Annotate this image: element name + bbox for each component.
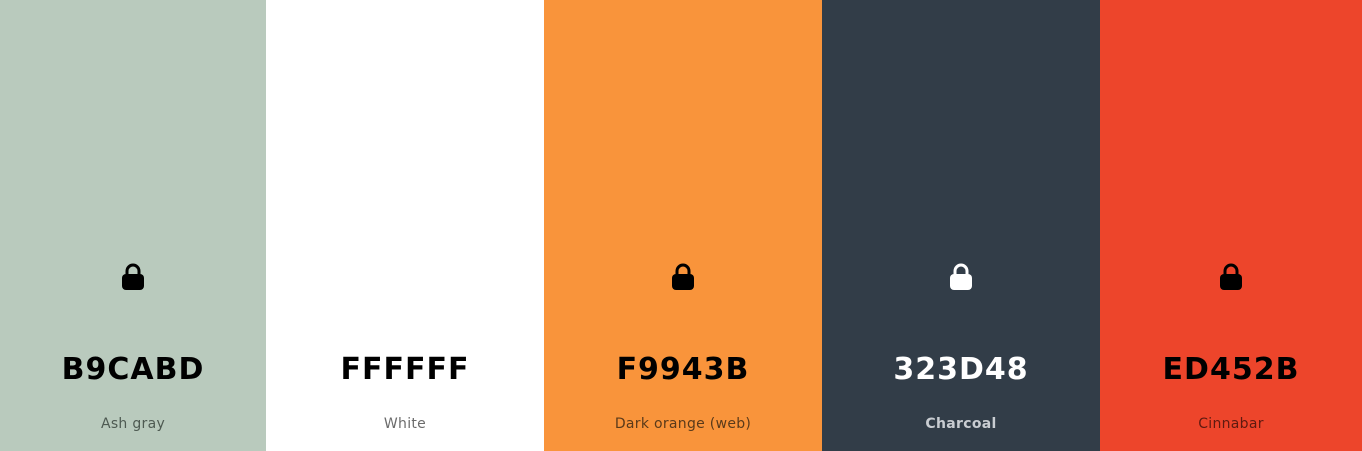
lock-icon[interactable] — [948, 262, 974, 292]
color-swatch-white[interactable]: FFFFFF White — [266, 0, 544, 451]
hex-code[interactable]: F9943B — [544, 352, 822, 387]
hex-code[interactable]: ED452B — [1100, 352, 1362, 387]
color-swatch-dark-orange[interactable]: F9943B Dark orange (web) — [544, 0, 822, 451]
color-name[interactable]: Ash gray — [0, 416, 266, 432]
color-name[interactable]: Dark orange (web) — [544, 416, 822, 432]
lock-icon[interactable] — [670, 262, 696, 292]
hex-code[interactable]: B9CABD — [0, 352, 266, 387]
color-swatch-cinnabar[interactable]: ED452B Cinnabar — [1100, 0, 1362, 451]
color-name[interactable]: White — [266, 416, 544, 432]
hex-code[interactable]: 323D48 — [822, 352, 1100, 387]
color-swatch-ash-gray[interactable]: B9CABD Ash gray — [0, 0, 266, 451]
lock-icon[interactable] — [1218, 262, 1244, 292]
color-swatch-charcoal[interactable]: 323D48 Charcoal — [822, 0, 1100, 451]
color-name[interactable]: Cinnabar — [1100, 416, 1362, 432]
hex-code[interactable]: FFFFFF — [266, 352, 544, 387]
lock-icon[interactable] — [120, 262, 146, 292]
color-name[interactable]: Charcoal — [822, 416, 1100, 432]
color-palette: B9CABD Ash gray FFFFFF White F9943B Dark… — [0, 0, 1362, 451]
